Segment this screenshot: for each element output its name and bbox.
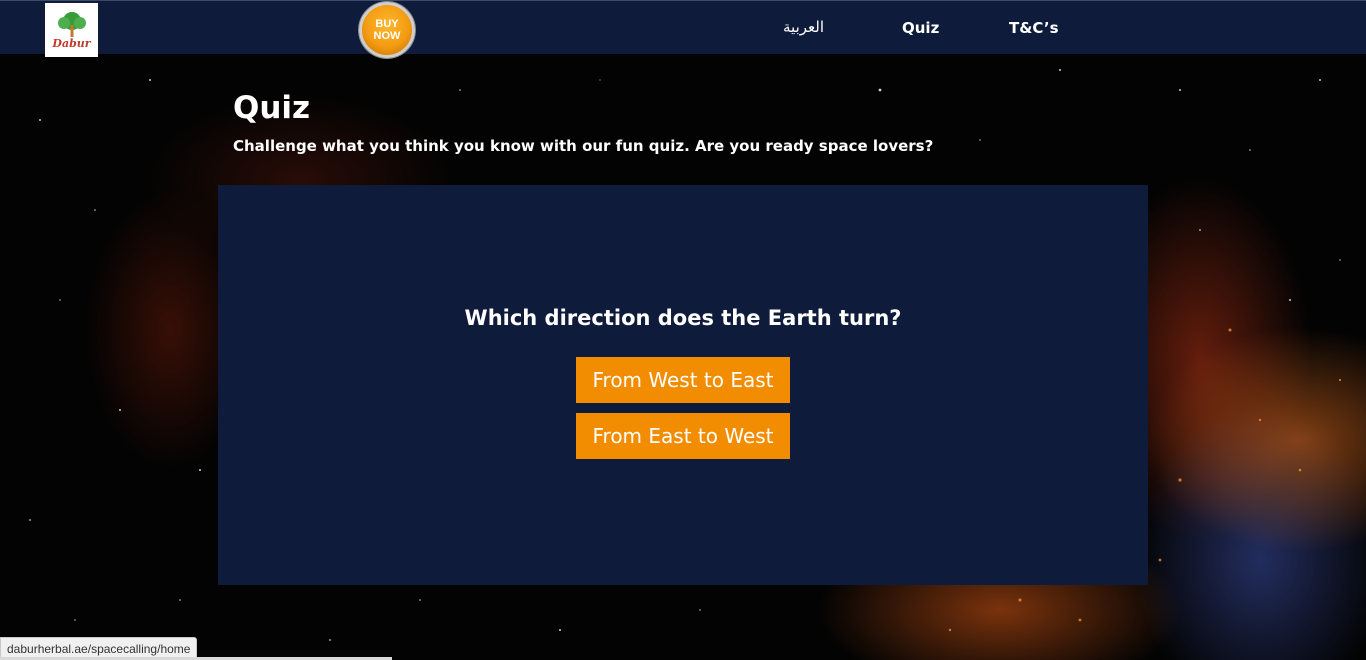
- top-navigation-bar: Dabur BUY NOW العربية Quiz T&C’s: [0, 0, 1366, 58]
- answer-button-west-to-east[interactable]: From West to East: [576, 357, 790, 403]
- nav-link-quiz[interactable]: Quiz: [902, 19, 939, 37]
- quiz-panel: Which direction does the Earth turn? Fro…: [218, 185, 1148, 585]
- nav-link-arabic[interactable]: العربية: [783, 18, 824, 36]
- buy-now-line2: NOW: [373, 30, 401, 42]
- logo-text: Dabur: [52, 36, 91, 50]
- page-subtitle: Challenge what you think you know with o…: [233, 137, 934, 155]
- quiz-question: Which direction does the Earth turn?: [464, 306, 902, 330]
- buy-now-button[interactable]: BUY NOW: [359, 2, 415, 58]
- page-title: Quiz: [233, 90, 311, 126]
- nav-link-terms[interactable]: T&C’s: [1009, 19, 1059, 37]
- buy-now-line1: BUY: [375, 18, 399, 30]
- tree-icon: [57, 11, 86, 37]
- answer-button-east-to-west[interactable]: From East to West: [576, 413, 790, 459]
- dabur-logo[interactable]: Dabur: [45, 3, 98, 57]
